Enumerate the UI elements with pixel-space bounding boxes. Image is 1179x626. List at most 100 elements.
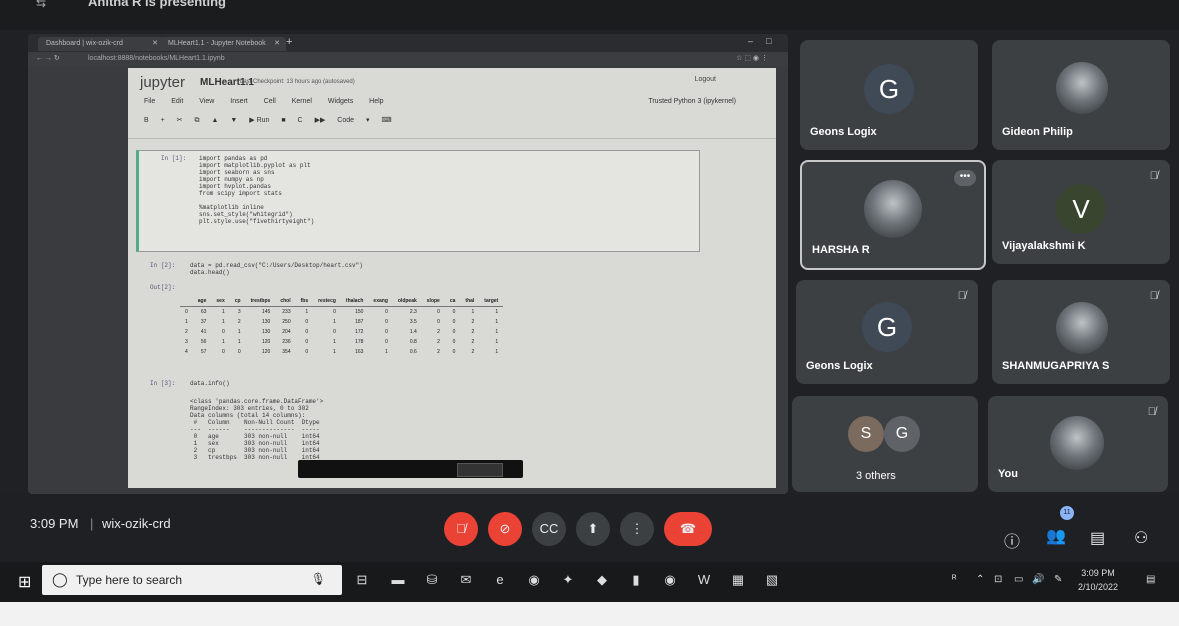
present-button[interactable]: ⬆ xyxy=(576,512,610,546)
address-bar[interactable]: ← → ↻ localhost:8888/notebooks/MLHeart1.… xyxy=(28,52,788,66)
desk-surface xyxy=(0,602,1179,626)
app-icon[interactable]: ✦ xyxy=(558,570,578,590)
table-header: oldpeak xyxy=(392,296,422,307)
captions-button[interactable]: CC xyxy=(532,512,566,546)
stop-icon[interactable]: ■ xyxy=(281,117,285,124)
search-box[interactable]: ◯ Type here to search 🎙 xyxy=(42,565,342,595)
keyboard-icon[interactable]: ⌨ xyxy=(381,117,391,124)
chevron-up-icon[interactable]: ⌃ xyxy=(976,574,984,585)
menu-item[interactable]: Insert xyxy=(230,98,248,105)
photos-icon[interactable]: ▧ xyxy=(762,570,782,590)
close-icon[interactable]: ✕ xyxy=(152,37,158,51)
menu-item[interactable]: File xyxy=(144,98,155,105)
cell-type-select[interactable]: Code xyxy=(337,117,354,124)
copy-icon[interactable]: ⧉ xyxy=(195,117,200,124)
browser-tab[interactable]: Dashboard | wix-ozik-crd ✕ xyxy=(38,37,164,51)
volume-icon[interactable]: 🔊 xyxy=(1032,574,1044,585)
chrome-icon[interactable]: ◉ xyxy=(524,570,544,590)
table-cell: 2 xyxy=(471,339,475,345)
calculator-icon[interactable]: ▦ xyxy=(728,570,748,590)
run-button[interactable]: ▶ Run xyxy=(249,117,269,124)
browser-tab[interactable]: MLHeart1.1 - Jupyter Notebook ✕ xyxy=(160,37,286,51)
people-icon[interactable]: 👥 xyxy=(1046,526,1066,546)
cell-code[interactable]: import pandas as pd import matplotlib.py… xyxy=(199,155,314,225)
notepad-icon[interactable]: ▮ xyxy=(626,570,646,590)
save-icon[interactable]: B xyxy=(144,117,149,124)
menu-item[interactable]: Kernel xyxy=(292,98,312,105)
table-cell: 1 xyxy=(385,349,388,355)
move-up-icon[interactable]: ▲ xyxy=(211,117,218,124)
cell-code[interactable]: data = pd.read_csv("C:/Users/Desktop/hea… xyxy=(190,262,363,276)
windows-start-icon[interactable]: ⊞ xyxy=(18,572,31,592)
network-icon[interactable]: ⊡ xyxy=(994,574,1002,585)
system-clock[interactable]: 3:09 PM 2/10/2022 xyxy=(1078,566,1118,594)
move-down-icon[interactable]: ▼ xyxy=(230,117,237,124)
display-icon[interactable]: ▭ xyxy=(1014,574,1023,585)
maximize-icon[interactable]: □ xyxy=(766,36,771,46)
mail-icon[interactable]: ✉ xyxy=(456,570,476,590)
meeting-time: 3:09 PM xyxy=(30,516,79,531)
url-text[interactable]: localhost:8888/notebooks/MLHeart1.1.ipyn… xyxy=(88,52,225,66)
avatar xyxy=(864,180,922,238)
new-tab-icon[interactable]: + xyxy=(286,36,292,48)
restart-icon[interactable]: C xyxy=(298,117,303,124)
pen-icon[interactable]: ✎ xyxy=(1054,574,1062,585)
edge-icon[interactable]: e xyxy=(490,570,510,590)
chrome-icon[interactable]: ◉ xyxy=(660,570,680,590)
table-header: chol xyxy=(275,296,296,307)
participant-tile[interactable]: Gideon Philip xyxy=(992,40,1170,150)
participant-tile-active[interactable]: ••• HARSHA R xyxy=(800,160,986,270)
search-icon: ◯ xyxy=(52,571,68,587)
activities-icon[interactable]: ⚇ xyxy=(1134,528,1148,548)
notification-icon[interactable]: ▤ xyxy=(1146,574,1155,585)
meeting-details-icon[interactable]: ⓘ xyxy=(1004,528,1020,552)
participant-tile-self[interactable]: 🎙̸ You xyxy=(988,396,1168,492)
minimize-icon[interactable]: – xyxy=(748,36,753,46)
camera-toggle-button[interactable]: ⊘ xyxy=(488,512,522,546)
participant-name: 3 others xyxy=(856,470,896,482)
table-cell: 1 xyxy=(495,329,499,335)
menu-item[interactable]: Cell xyxy=(264,98,276,105)
table-cell: 3 xyxy=(185,339,188,345)
menu-item[interactable]: Widgets xyxy=(328,98,353,105)
word-icon[interactable]: W xyxy=(694,570,714,590)
nav-arrows-icon[interactable]: ← → ↻ xyxy=(36,52,60,66)
participant-tile[interactable]: G Geons Logix xyxy=(800,40,978,150)
stop-sharing-button[interactable] xyxy=(457,463,503,477)
chat-icon[interactable]: ▤ xyxy=(1090,528,1105,548)
menu-item[interactable]: Edit xyxy=(171,98,183,105)
close-icon[interactable]: ✕ xyxy=(274,37,280,51)
chevron-down-icon[interactable]: ▾ xyxy=(366,117,370,124)
presenting-text: Anitha R is presenting xyxy=(88,0,226,9)
run-all-icon[interactable]: ▶▶ xyxy=(315,117,326,124)
jupyter-logo[interactable]: jupyter xyxy=(140,74,185,91)
app-icon[interactable]: ◆ xyxy=(592,570,612,590)
insert-cell-icon[interactable]: + xyxy=(161,117,165,124)
participant-tile[interactable]: V 🎙̸ Vijayalakshmi K xyxy=(992,160,1170,264)
participant-tile[interactable]: G 🎙̸ Geons Logix xyxy=(796,280,978,384)
code-cell[interactable]: In [1]: import pandas as pd import matpl… xyxy=(136,150,700,252)
cell-prompt: In [3]: xyxy=(150,380,176,387)
menu-item[interactable]: View xyxy=(199,98,214,105)
participant-tile[interactable]: 🎙̸ SHANMUGAPRIYA S xyxy=(992,280,1170,384)
table-cell: 1 xyxy=(221,309,225,315)
menu-item[interactable]: Help xyxy=(369,98,383,105)
table-cell: 4 xyxy=(185,349,188,355)
task-view-icon[interactable]: ⊟ xyxy=(352,570,372,590)
table-cell: 1 xyxy=(221,319,225,325)
cell-code[interactable]: data.info() xyxy=(190,380,230,387)
participant-name: Geons Logix xyxy=(810,126,877,138)
microphone-icon[interactable]: 🎙 xyxy=(311,572,326,586)
table-cell: 0.6 xyxy=(409,349,417,355)
store-icon[interactable]: ⛁ xyxy=(422,570,442,590)
more-options-icon[interactable]: ••• xyxy=(954,170,976,186)
extensions-icon[interactable]: ☆ ⬚ ◉ ⋮ xyxy=(736,52,768,66)
people-tray-icon[interactable]: ᴿ xyxy=(952,574,957,585)
file-explorer-icon[interactable]: ▬ xyxy=(388,570,408,590)
mic-toggle-button[interactable]: 🎙̸ xyxy=(444,512,478,546)
logout-button[interactable]: Logout xyxy=(695,76,716,83)
more-options-button[interactable]: ⋮ xyxy=(620,512,654,546)
leave-call-button[interactable]: ☎ xyxy=(664,512,712,546)
participant-tile-others[interactable]: S G 3 others xyxy=(792,396,978,492)
cut-icon[interactable]: ✂ xyxy=(177,117,183,124)
